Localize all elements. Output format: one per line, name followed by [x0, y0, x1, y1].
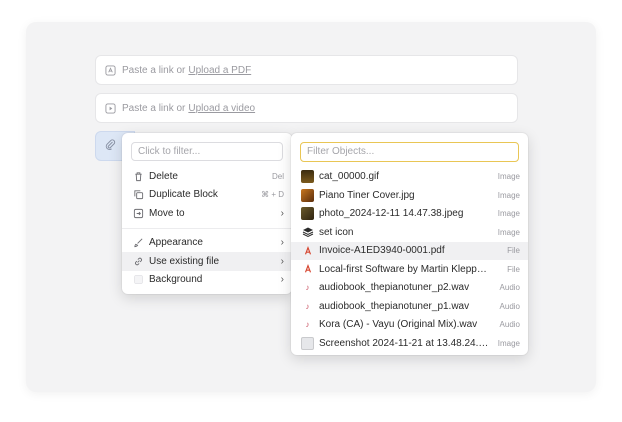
object-type: Image	[497, 172, 520, 182]
jpeg-thumbnail-icon	[301, 207, 314, 221]
object-item[interactable]: ♪ audiobook_thepianotuner_p2.wav Audio	[291, 279, 528, 298]
object-name: photo_2024-12-11 14.47.38.jpeg	[319, 208, 464, 220]
menu-item-use-existing-file[interactable]: Use existing file ›	[122, 252, 292, 271]
object-type: Image	[497, 190, 520, 200]
menu-item-label: Delete	[149, 170, 178, 182]
object-type: Audio	[499, 320, 520, 330]
menu-item-shortcut: Del	[271, 171, 284, 181]
pdf-embed-prefix: Paste a link or	[122, 64, 186, 76]
link-icon	[132, 255, 144, 267]
block-context-menu: Delete Del Duplicate Block ⌘ + D Move to…	[122, 133, 292, 294]
chevron-right-icon: ›	[280, 237, 284, 249]
move-icon	[132, 207, 144, 219]
video-embed-prefix: Paste a link or	[122, 102, 186, 114]
pdf-icon	[301, 244, 314, 257]
menu-item-label: Appearance	[149, 237, 203, 249]
pdf-icon	[104, 64, 116, 76]
object-type: Image	[497, 209, 520, 219]
object-item[interactable]: set icon Image	[291, 223, 528, 242]
jpg-thumbnail-icon	[301, 188, 314, 202]
menu-divider	[122, 227, 292, 229]
trash-icon	[132, 170, 144, 182]
object-item[interactable]: cat_00000.gif Image	[291, 168, 528, 187]
objects-submenu: cat_00000.gif Image Piano Tiner Cover.jp…	[291, 133, 528, 355]
upload-video-link[interactable]: Upload a video	[188, 103, 255, 114]
object-item[interactable]: ♪ audiobook_thepianotuner_p1.wav Audio	[291, 297, 528, 316]
copy-icon	[132, 189, 144, 201]
object-name: Screenshot 2024-11-21 at 13.48.24.png	[319, 337, 496, 349]
object-name: Kora (CA) - Vayu (Original Mix).wav	[319, 319, 478, 331]
audio-icon: ♪	[305, 301, 310, 311]
menu-item-label: Duplicate Block	[149, 189, 218, 201]
layers-icon	[301, 226, 314, 239]
object-name: cat_00000.gif	[319, 171, 380, 183]
object-name: audiobook_thepianotuner_p1.wav	[319, 300, 470, 312]
upload-pdf-link[interactable]: Upload a PDF	[188, 65, 251, 76]
object-type: File	[507, 246, 520, 256]
menu-item-move-to[interactable]: Move to ›	[122, 204, 292, 223]
chevron-right-icon: ›	[280, 207, 284, 219]
object-item[interactable]: Piano Tiner Cover.jpg Image	[291, 186, 528, 205]
background-icon	[132, 274, 144, 286]
pdf-icon	[301, 263, 314, 276]
menu-item-background[interactable]: Background ›	[122, 271, 292, 290]
brush-icon	[132, 237, 144, 249]
object-name: Piano Tiner Cover.jpg	[319, 189, 415, 201]
paperclip-icon	[104, 137, 116, 155]
object-name: Invoice-A1ED3940-0001.pdf	[319, 245, 445, 257]
menu-filter-input[interactable]	[131, 142, 283, 161]
object-item[interactable]: photo_2024-12-11 14.47.38.jpeg Image	[291, 205, 528, 224]
object-type: Audio	[499, 283, 520, 293]
menu-item-duplicate-block[interactable]: Duplicate Block ⌘ + D	[122, 186, 292, 205]
menu-item-label: Move to	[149, 207, 185, 219]
video-embed-block[interactable]: Paste a link or Upload a video	[95, 93, 518, 123]
menu-item-delete[interactable]: Delete Del	[122, 167, 292, 186]
object-type: Image	[497, 338, 520, 348]
object-name: audiobook_thepianotuner_p2.wav	[319, 282, 470, 294]
object-item[interactable]: Local-first Software by Martin Kleppmann…	[291, 260, 528, 279]
menu-item-appearance[interactable]: Appearance ›	[122, 234, 292, 253]
chevron-right-icon: ›	[280, 255, 284, 267]
video-icon	[104, 102, 116, 114]
object-type: File	[507, 264, 520, 274]
audio-icon: ♪	[305, 283, 310, 293]
menu-item-shortcut: ⌘ + D	[261, 190, 284, 200]
pdf-embed-block[interactable]: Paste a link or Upload a PDF	[95, 55, 518, 85]
object-name: set icon	[319, 226, 354, 238]
filter-objects-input[interactable]	[300, 141, 519, 162]
png-thumbnail-icon	[301, 336, 314, 350]
audio-icon: ♪	[305, 320, 310, 330]
menu-item-label: Use existing file	[149, 255, 220, 267]
object-type: Audio	[499, 301, 520, 311]
object-item[interactable]: Screenshot 2024-11-21 at 13.48.24.png Im…	[291, 334, 528, 353]
chevron-right-icon: ›	[280, 274, 284, 286]
menu-item-label: Background	[149, 274, 203, 286]
object-type: Image	[497, 227, 520, 237]
object-item[interactable]: ♪ Kora (CA) - Vayu (Original Mix).wav Au…	[291, 316, 528, 335]
object-item[interactable]: Invoice-A1ED3940-0001.pdf File	[291, 241, 528, 260]
object-name: Local-first Software by Martin Kleppmann…	[319, 263, 496, 275]
gif-thumbnail-icon	[301, 170, 314, 184]
